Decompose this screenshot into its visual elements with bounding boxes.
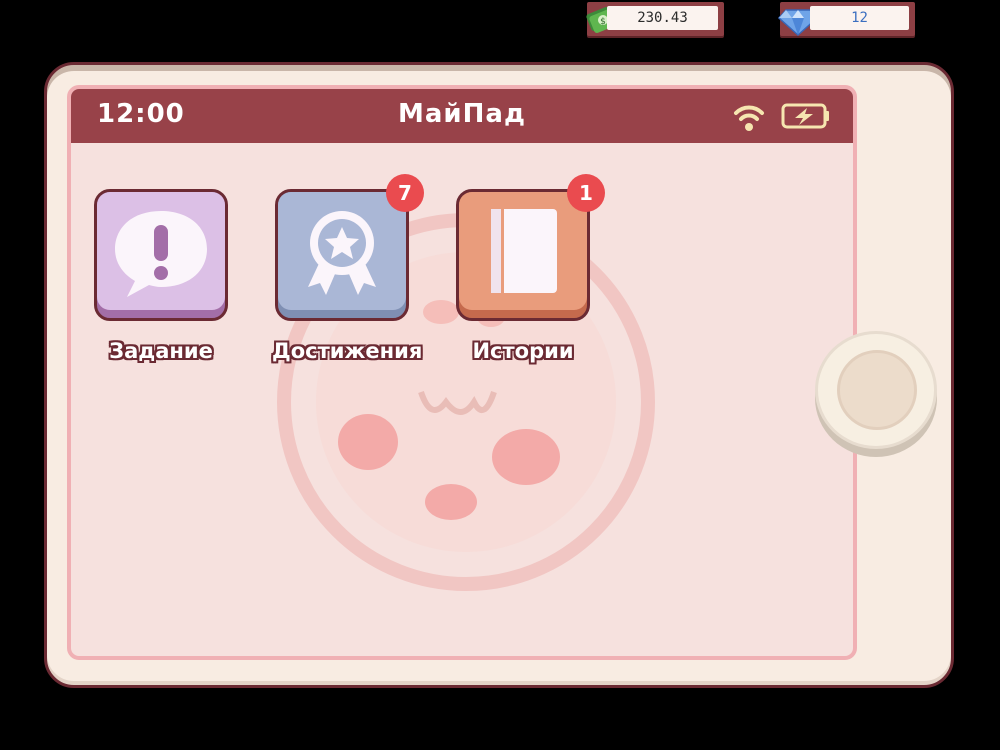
app-tasks[interactable]: Задание	[91, 189, 231, 363]
gems-counter: 12	[777, 2, 915, 37]
app-stories-label: Истории	[472, 339, 574, 363]
cash-counter: $ 230.43	[586, 2, 724, 36]
app-achievements[interactable]: 7 Достижения	[272, 174, 424, 363]
app-stories[interactable]: 1 Истории	[453, 174, 605, 363]
tablet-screen: 12:00 МайПад Задание 7 Достижения 1 Исто…	[67, 85, 857, 660]
battery-charging-icon	[781, 103, 831, 133]
app-achievements-label: Достижения	[272, 339, 423, 363]
mypad-tablet: 12:00 МайПад Задание 7 Достижения 1 Исто…	[44, 62, 954, 688]
medal-star-icon	[308, 211, 376, 295]
gems-value: 12	[810, 6, 909, 30]
app-tasks-label: Задание	[109, 339, 213, 363]
wifi-icon	[733, 101, 765, 137]
home-button[interactable]	[815, 331, 937, 449]
stories-badge: 1	[567, 174, 605, 212]
app-achievements-tile[interactable]: 7	[275, 174, 424, 321]
app-stories-tile[interactable]: 1	[456, 174, 605, 321]
app-tasks-tile[interactable]	[94, 189, 228, 321]
exclamation-bubble-icon	[115, 211, 207, 297]
book-icon	[491, 209, 557, 293]
svg-text:$: $	[600, 17, 606, 27]
status-bar: 12:00 МайПад	[71, 89, 853, 143]
cash-value: 230.43	[607, 6, 718, 30]
achievements-badge: 7	[386, 174, 424, 212]
